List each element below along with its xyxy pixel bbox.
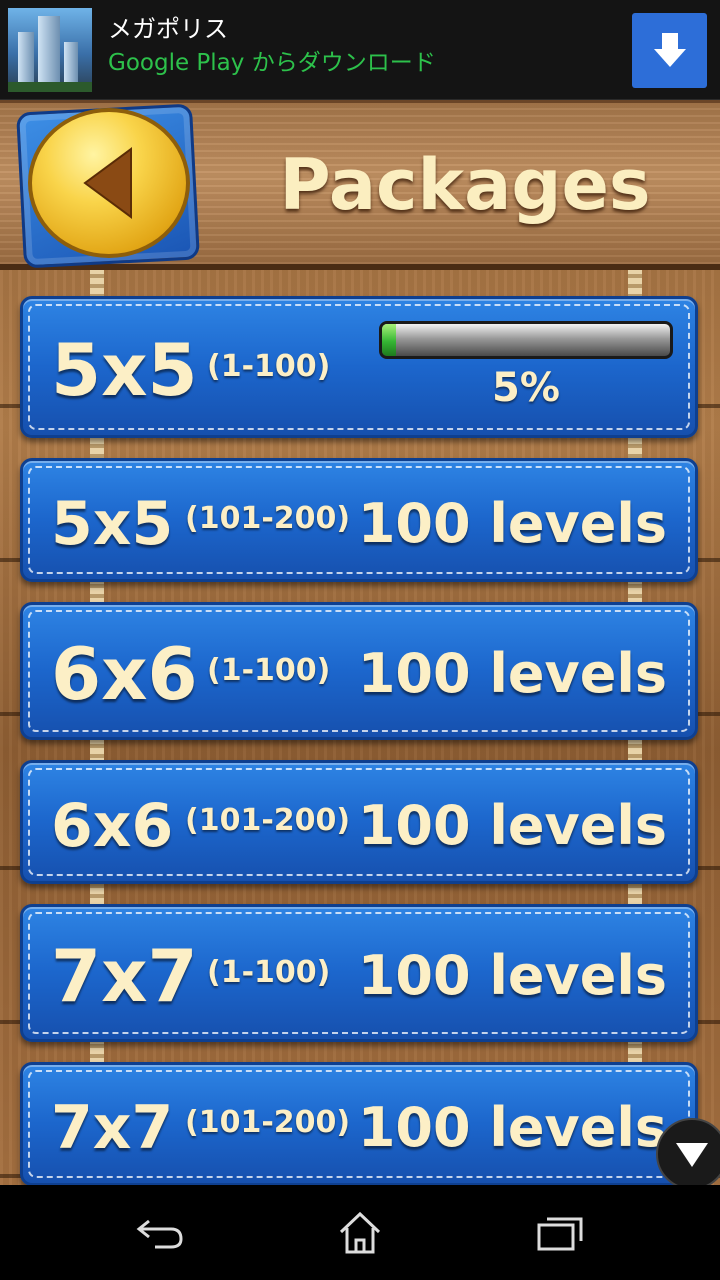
package-7x7-101-200[interactable]: 7x7 (101-200) 100 levels bbox=[20, 1062, 698, 1186]
progress-bar-fill bbox=[382, 324, 397, 356]
back-button-face bbox=[28, 108, 190, 258]
page-title: Packages bbox=[279, 144, 651, 226]
package-levels: 100 levels bbox=[357, 794, 667, 857]
system-nav-bar bbox=[0, 1185, 720, 1280]
package-7x7-1-100[interactable]: 7x7 (1-100) 100 levels bbox=[20, 904, 698, 1042]
package-range: (1-100) bbox=[207, 653, 331, 688]
nav-back-icon bbox=[136, 1219, 183, 1249]
back-button[interactable] bbox=[14, 103, 200, 269]
package-size: 7x7 bbox=[51, 934, 198, 1018]
package-range: (1-100) bbox=[207, 955, 331, 990]
download-arrow-icon bbox=[653, 32, 686, 67]
ad-banner[interactable]: メガポリス Google Play からダウンロード bbox=[0, 0, 720, 100]
package-size: 7x7 bbox=[51, 1093, 174, 1163]
package-6x6-101-200[interactable]: 6x6 (101-200) 100 levels bbox=[20, 760, 698, 884]
nav-back-button[interactable] bbox=[130, 1205, 190, 1261]
ad-subtitle[interactable]: Google Play からダウンロード bbox=[108, 48, 436, 78]
package-levels: 100 levels bbox=[357, 1096, 667, 1159]
package-size: 5x5 bbox=[51, 328, 198, 412]
progress-percent: 5% bbox=[492, 365, 560, 411]
package-size: 5x5 bbox=[51, 489, 174, 559]
package-5x5-1-100[interactable]: 5x5 (1-100) 5% bbox=[20, 296, 698, 438]
scroll-down-icon bbox=[676, 1143, 708, 1167]
back-arrow-icon bbox=[83, 147, 132, 219]
package-5x5-101-200[interactable]: 5x5 (101-200) 100 levels bbox=[20, 458, 698, 582]
package-levels: 100 levels bbox=[357, 944, 667, 1007]
nav-recents-button[interactable] bbox=[530, 1205, 590, 1261]
ad-app-icon[interactable] bbox=[8, 8, 92, 92]
package-size: 6x6 bbox=[51, 632, 198, 716]
nav-recents-icon bbox=[537, 1217, 583, 1251]
package-6x6-1-100[interactable]: 6x6 (1-100) 100 levels bbox=[20, 602, 698, 740]
package-levels: 100 levels bbox=[357, 642, 667, 705]
package-size: 6x6 bbox=[51, 791, 174, 861]
package-range: (101-200) bbox=[185, 501, 351, 536]
ad-title[interactable]: メガポリス bbox=[108, 14, 228, 44]
package-range: (1-100) bbox=[207, 349, 331, 384]
nav-home-icon bbox=[339, 1211, 381, 1254]
scroll-down-button[interactable] bbox=[656, 1118, 720, 1190]
nav-home-button[interactable] bbox=[330, 1205, 390, 1261]
ad-download-button[interactable] bbox=[632, 13, 707, 88]
package-range: (101-200) bbox=[185, 803, 351, 838]
progress-bar bbox=[379, 321, 673, 359]
package-levels: 100 levels bbox=[357, 492, 667, 555]
package-range: (101-200) bbox=[185, 1105, 351, 1140]
